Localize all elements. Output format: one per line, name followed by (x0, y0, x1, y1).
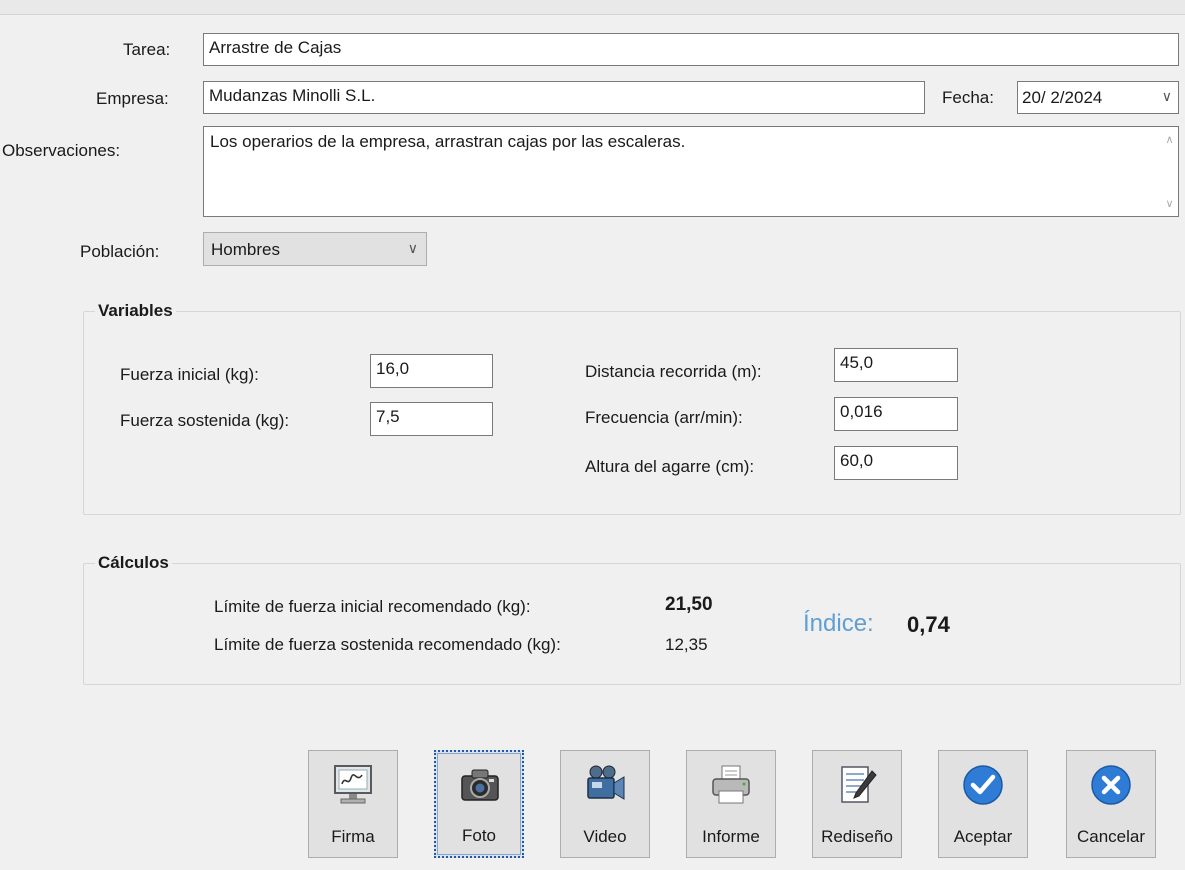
chevron-down-icon[interactable]: ∨ (1162, 88, 1172, 105)
poblacion-select[interactable]: Hombres ∨ (203, 232, 427, 266)
checkmark-icon (961, 763, 1005, 807)
tarea-input[interactable]: Arrastre de Cajas (203, 33, 1179, 66)
altura-input[interactable]: 60,0 (834, 446, 958, 480)
scroll-down-icon[interactable]: ∨ (1161, 197, 1178, 210)
rediseno-button[interactable]: Rediseño (812, 750, 902, 858)
limite-inicial-label: Límite de fuerza inicial recomendado (kg… (214, 597, 531, 616)
video-camera-icon (583, 763, 627, 807)
limite-inicial-value: 21,50 (665, 594, 713, 615)
fuerza-sostenida-input[interactable]: 7,5 (370, 402, 493, 436)
printer-icon (709, 763, 753, 807)
fecha-value: 20/ 2/2024 (1022, 88, 1103, 107)
fuerza-sostenida-label: Fuerza sostenida (kg): (120, 411, 290, 430)
firma-button-label: Firma (331, 827, 375, 846)
poblacion-value: Hombres (211, 240, 280, 259)
chevron-down-icon[interactable]: ∨ (408, 240, 418, 257)
aceptar-button-label: Aceptar (953, 827, 1013, 846)
close-icon (1089, 763, 1133, 807)
calculos-title: Cálculos (95, 553, 172, 573)
indice-value: 0,74 (907, 612, 950, 637)
camera-icon (458, 764, 502, 808)
observaciones-text: Los operarios de la empresa, arrastran c… (210, 132, 686, 151)
notepad-pencil-icon (835, 763, 879, 807)
observaciones-textarea[interactable]: Los operarios de la empresa, arrastran c… (203, 126, 1179, 217)
fuerza-inicial-input[interactable]: 16,0 (370, 354, 493, 388)
firma-button[interactable]: Firma (308, 750, 398, 858)
cancelar-button-label: Cancelar (1076, 827, 1146, 846)
fuerza-inicial-label: Fuerza inicial (kg): (120, 365, 259, 384)
signature-monitor-icon (331, 763, 375, 807)
cancelar-button[interactable]: Cancelar (1066, 750, 1156, 858)
video-button-label: Video (583, 827, 627, 846)
rediseno-button-label: Rediseño (821, 827, 893, 846)
scroll-up-icon[interactable]: ∧ (1161, 133, 1178, 146)
empresa-label: Empresa: (96, 89, 169, 108)
tarea-label: Tarea: (123, 40, 171, 59)
aceptar-button[interactable]: Aceptar (938, 750, 1028, 858)
foto-button[interactable]: Foto (434, 750, 524, 858)
fecha-label: Fecha: (942, 88, 994, 107)
calculos-group (83, 563, 1181, 685)
poblacion-label: Población: (80, 242, 160, 261)
indice-label: Índice: (803, 610, 874, 637)
fecha-date-picker[interactable]: 20/ 2/2024 ∨ (1017, 81, 1179, 114)
variables-title: Variables (95, 301, 176, 321)
frecuencia-label: Frecuencia (arr/min): (585, 408, 743, 427)
informe-button[interactable]: Informe (686, 750, 776, 858)
informe-button-label: Informe (702, 827, 760, 846)
empresa-input[interactable]: Mudanzas Minolli S.L. (203, 81, 925, 114)
limite-sostenida-label: Límite de fuerza sostenida recomendado (… (214, 635, 561, 654)
video-button[interactable]: Video (560, 750, 650, 858)
frecuencia-input[interactable]: 0,016 (834, 397, 958, 431)
distancia-input[interactable]: 45,0 (834, 348, 958, 382)
observaciones-scrollbar[interactable]: ∧ ∨ (1161, 127, 1178, 216)
foto-button-label: Foto (461, 826, 497, 845)
altura-label: Altura del agarre (cm): (585, 457, 755, 476)
observaciones-label: Observaciones: (2, 141, 121, 160)
title-strip (0, 0, 1185, 15)
distancia-label: Distancia recorrida (m): (585, 362, 762, 381)
limite-sostenida-value: 12,35 (665, 635, 708, 654)
